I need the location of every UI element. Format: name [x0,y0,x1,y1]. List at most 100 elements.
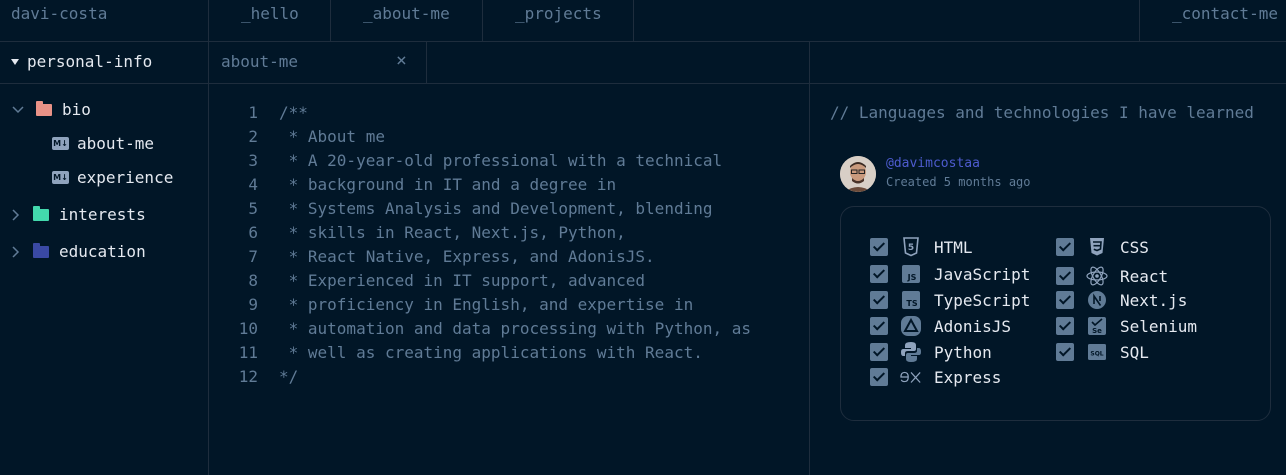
svg-text:5: 5 [908,243,914,253]
code-text: * skills in React, Next.js, Python, [279,223,626,242]
tech-item-css: CSS [1056,236,1149,258]
line-number: 6 [248,223,258,242]
code-line: 2 * About me [232,125,751,149]
tech-label: JavaScript [934,264,1031,284]
checkbox[interactable] [1056,291,1074,309]
tech-item-typescript: TS TypeScript [870,289,1030,311]
sidebar-item-label: interests [59,205,146,224]
checkbox[interactable] [1056,267,1074,285]
adonisjs-icon [900,315,922,337]
tab-divider [330,0,331,41]
editor-tab-about-me[interactable]: about-me [221,52,298,71]
sidebar-item-interests[interactable]: interests [8,205,146,224]
tech-label: Express [934,367,1002,387]
code-line: 11 * well as creating applications with … [232,341,751,365]
header-divider [0,41,1286,42]
section-comment: // Languages and technologies I have lea… [830,103,1254,122]
avatar[interactable] [840,156,876,192]
editor-tab-divider [426,41,427,83]
checkbox[interactable] [870,317,888,335]
express-icon [900,366,922,388]
code-line: 12 */ [232,365,751,389]
selenium-icon: Se [1086,315,1108,337]
chevron-down-icon [10,102,26,118]
tech-item-adonisjs: AdonisJS [870,315,1011,337]
brand-name: davi-costa [11,4,108,23]
sidebar-item-about-me[interactable]: M↓ about-me [52,134,154,153]
svg-text:SQL: SQL [1090,351,1103,358]
checkbox[interactable] [870,343,888,361]
line-number: 9 [248,295,258,314]
code-text: */ [279,367,299,386]
nav-tab-about-me[interactable]: _about-me [363,4,450,23]
tech-item-javascript: JS JavaScript [870,263,1030,285]
typescript-icon: TS [900,289,922,311]
tab-divider [482,0,483,41]
line-number: 10 [238,319,258,338]
checkbox[interactable] [870,291,888,309]
tech-item-python: Python [870,341,992,363]
tab-divider [633,0,634,41]
code-text: * React Native, Express, and AdonisJS. [279,247,655,266]
code-text: /** [279,103,308,122]
html5-icon: 5 [900,236,922,258]
code-line: 9 * proficiency in English, and expertis… [232,293,751,317]
code-text: * Systems Analysis and Development, blen… [279,199,713,218]
sidebar-divider [208,0,209,475]
subheader-divider [0,83,1286,84]
username-link[interactable]: @davimcostaa [886,156,980,171]
svg-text:JS: JS [907,273,917,282]
line-number: 3 [248,151,258,170]
chevron-right-icon [8,244,24,260]
code-text: * background in IT and a degree in [279,175,617,194]
nav-tab-contact-me[interactable]: _contact-me [1172,4,1278,23]
line-number: 7 [248,247,258,266]
sidebar-section-personal-info[interactable]: personal-info [11,52,152,71]
code-text: * About me [279,127,385,146]
sidebar-item-label: experience [77,168,174,187]
tab-divider [1139,0,1140,41]
checkbox[interactable] [870,265,888,283]
line-number: 12 [238,367,258,386]
folder-icon [33,205,49,221]
caret-down-icon [11,58,19,65]
tech-item-selenium: Se Selenium [1056,315,1197,337]
python-icon [900,341,922,363]
tech-label: CSS [1120,237,1149,257]
tech-label: AdonisJS [934,316,1012,336]
sql-icon: SQL [1086,341,1108,363]
checkbox[interactable] [1056,343,1074,361]
tech-label: HTML [934,237,973,257]
line-number: 1 [248,103,258,122]
code-line: 1 /** [232,101,751,125]
line-number: 4 [248,175,258,194]
line-number: 11 [238,343,258,362]
svg-text:Se: Se [1092,327,1102,335]
code-line: 8 * Experienced in IT support, advanced [232,269,751,293]
nav-tab-projects[interactable]: _projects [515,4,602,23]
sidebar-item-experience[interactable]: M↓ experience [52,168,173,187]
tech-label: Selenium [1120,316,1198,336]
checkbox[interactable] [1056,317,1074,335]
react-icon [1086,265,1108,287]
code-line: 10 * automation and data processing with… [232,317,751,341]
code-line: 7 * React Native, Express, and AdonisJS. [232,245,751,269]
created-date: Created 5 months ago [886,175,1031,189]
code-line: 5 * Systems Analysis and Development, bl… [232,197,751,221]
code-text: * well as creating applications with Rea… [279,343,703,362]
checkbox[interactable] [870,368,888,386]
markdown-icon: M↓ [52,171,69,184]
line-number: 8 [248,271,258,290]
sidebar-item-bio[interactable]: bio [10,100,91,119]
checkbox[interactable] [870,238,888,256]
sidebar-item-education[interactable]: education [8,242,146,261]
sidebar-item-label: bio [62,100,91,119]
checkbox[interactable] [1056,238,1074,256]
code-line: 3 * A 20-year-old professional with a te… [232,149,751,173]
close-icon[interactable]: × [396,50,407,71]
line-number: 2 [248,127,258,146]
tech-item-express: Express [870,366,1001,388]
tech-item-react: React [1056,265,1168,287]
code-text: * Experienced in IT support, advanced [279,271,646,290]
nav-tab-hello[interactable]: _hello [241,4,299,23]
